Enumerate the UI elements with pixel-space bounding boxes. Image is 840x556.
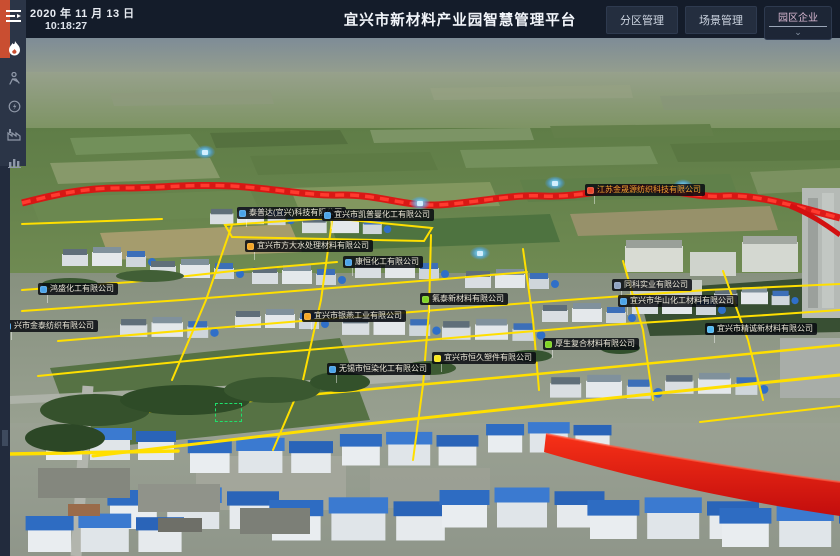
company-label[interactable]: 江苏金晟源纺织科技有限公司 [585,184,705,196]
app-window: 鸿盛化工有限公司泰普达(宜兴)科技有限公司宜兴市凯普曼化工有限公司宜兴市方大水处… [0,0,840,556]
fire-alarm-button[interactable] [3,36,25,60]
page-title: 宜兴市新材料产业园智慧管理平台 [300,9,620,30]
company-marker-icon [707,326,714,333]
menu-button[interactable] [3,4,25,28]
app-header: 2020 年 11 月 13 日 10:18:27 宜兴市新材料产业园智慧管理平… [0,0,840,38]
company-label-text: 康恒化工有限公司 [355,257,419,267]
hologram-marker[interactable] [470,247,490,260]
map-label-layer: 鸿盛化工有限公司泰普达(宜兴)科技有限公司宜兴市凯普曼化工有限公司宜兴市方大水处… [10,38,840,556]
company-label[interactable]: 厚生复合材料有限公司 [543,338,639,350]
menu-icon [6,10,22,22]
energy-icon [8,100,21,113]
time-text: 10:18:27 [45,20,87,32]
worker-button[interactable] [3,66,25,90]
map-3d-view[interactable]: 鸿盛化工有限公司泰普达(宜兴)科技有限公司宜兴市凯普曼化工有限公司宜兴市方大水处… [10,38,840,556]
company-marker-icon [614,282,621,289]
company-label-text: 宜兴市银燕工业有限公司 [314,311,402,321]
company-label-text: 无锡市恒染化工有限公司 [339,364,427,374]
company-label-text: 氟泰新材料有限公司 [432,294,504,304]
worker-icon [8,72,21,85]
company-label[interactable]: 宜兴市恒久塑件有限公司 [432,352,536,364]
company-label-text: 宜兴市方大水处理材料有限公司 [257,241,369,251]
company-marker-icon [587,187,594,194]
bar-chart-icon [8,156,21,168]
company-label[interactable]: 鸿盛化工有限公司 [38,283,118,295]
company-label-text: 同科实业有限公司 [624,280,688,290]
sidebar-scroll-thumb[interactable] [2,430,8,446]
company-marker-icon [304,313,311,320]
selection-box[interactable] [215,403,242,422]
company-marker-icon [545,341,552,348]
company-label[interactable]: 宜兴市凯普曼化工有限公司 [322,209,434,221]
company-marker-icon [40,286,47,293]
company-marker-icon [239,210,246,217]
statistics-button[interactable] [3,150,25,174]
company-marker-icon [345,259,352,266]
company-label[interactable]: 康恒化工有限公司 [343,256,423,268]
company-label[interactable]: 无锡市恒染化工有限公司 [327,363,431,375]
company-marker-icon [620,298,627,305]
scene-manage-button[interactable]: 场景管理 [685,6,757,34]
hologram-marker[interactable] [410,197,430,210]
energy-button[interactable] [3,94,25,118]
company-label[interactable]: 兴市金泰纺织有限公司 [10,320,98,332]
date-text: 2020 年 11 月 13 日 [30,5,135,21]
company-label[interactable]: 宜兴市华山化工材料有限公司 [618,295,738,307]
company-label-text: 宜兴市华山化工材料有限公司 [630,296,734,306]
hologram-marker[interactable] [545,177,565,190]
factory-icon [7,128,21,141]
zone-manage-button[interactable]: 分区管理 [606,6,678,34]
company-label-text: 宜兴市精诚新材料有限公司 [717,324,813,334]
company-label-text: 宜兴市凯普曼化工有限公司 [334,210,430,220]
company-label-text: 厚生复合材料有限公司 [555,339,635,349]
company-marker-icon [434,355,441,362]
company-label[interactable]: 宜兴市方大水处理材料有限公司 [245,240,373,252]
company-label[interactable]: 宜兴市精诚新材料有限公司 [705,323,817,335]
company-label[interactable]: 氟泰新材料有限公司 [420,293,508,305]
company-marker-icon [10,323,11,330]
park-enterprise-dropdown[interactable]: 园区企业 ⌄ [764,6,832,40]
dropdown-label: 园区企业 [769,9,827,27]
hologram-marker[interactable] [195,146,215,159]
company-label[interactable]: 同科实业有限公司 [612,279,692,291]
company-label-text: 江苏金晟源纺织科技有限公司 [597,185,701,195]
company-label-text: 宜兴市恒久塑件有限公司 [444,353,532,363]
company-label[interactable]: 宜兴市银燕工业有限公司 [302,310,406,322]
company-label-text: 鸿盛化工有限公司 [50,284,114,294]
company-marker-icon [324,212,331,219]
flame-icon [8,41,21,56]
company-label-text: 兴市金泰纺织有限公司 [14,321,94,331]
sidebar-strip [0,166,10,556]
company-marker-icon [422,296,429,303]
chevron-down-icon: ⌄ [794,27,802,38]
company-marker-icon [329,366,336,373]
company-marker-icon [247,243,254,250]
factory-button[interactable] [3,122,25,146]
